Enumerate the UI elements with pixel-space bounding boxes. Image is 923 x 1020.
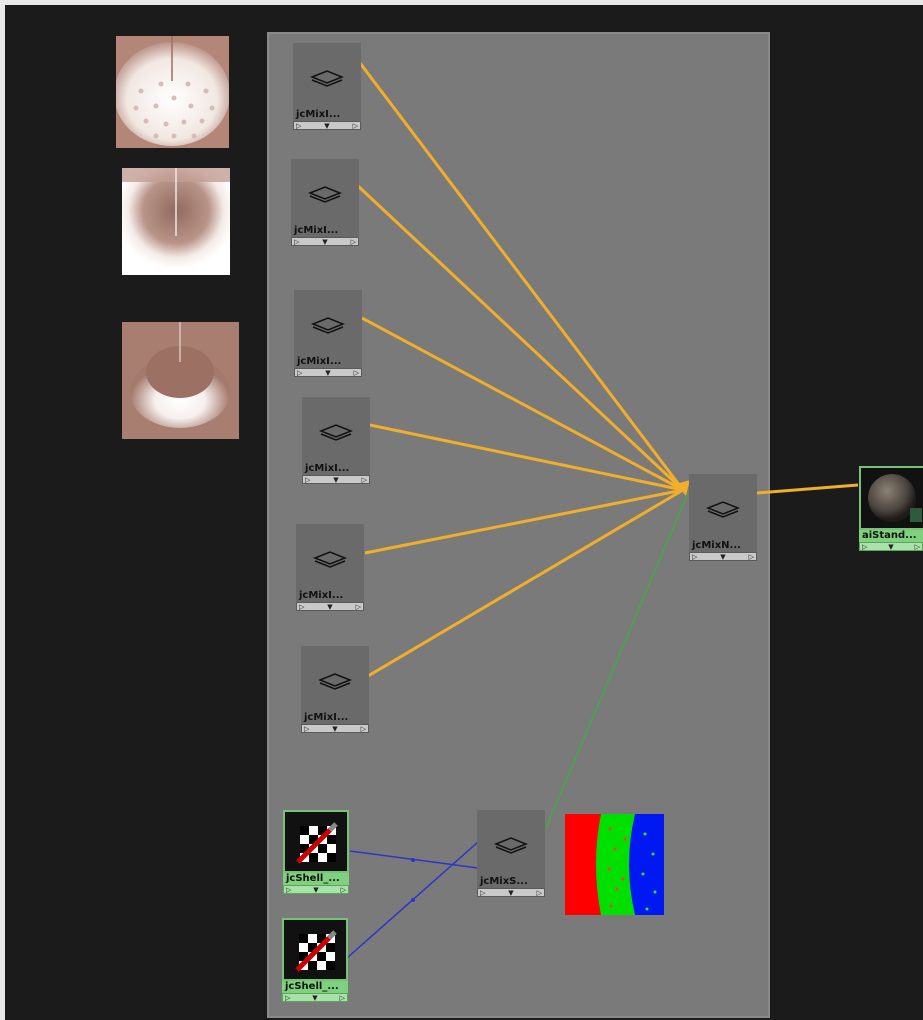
checker-brush-icon [295, 929, 337, 972]
node-ports[interactable]: ▷ ▼ ▷ [859, 542, 923, 551]
node-ports[interactable]: ▷ ▼ ▷ [302, 475, 370, 484]
node-label: jcMixI... [293, 109, 361, 121]
node-label: jcMixI... [291, 225, 359, 237]
node-ports[interactable]: ▷ ▼ ▷ [293, 121, 361, 130]
node-ports[interactable]: ▷ ▼ ▷ [294, 368, 362, 377]
texture-thumbnail-1[interactable] [116, 36, 229, 148]
node-ports[interactable]: ▷ ▼ ▷ [477, 888, 545, 897]
shader-sphere-icon [868, 474, 922, 522]
node-ports[interactable]: ▷ ▼ ▷ [301, 724, 369, 733]
node-swatch [296, 524, 364, 590]
node-ports[interactable]: ▷ ▼ ▷ [291, 237, 359, 246]
node-swatch [689, 474, 757, 540]
node-label: jcShell_... [282, 981, 348, 993]
node-ports[interactable]: ▷ ▼ ▷ [296, 602, 364, 611]
mix-node-5[interactable]: jcMixI... ▷ ▼ ▷ [296, 524, 364, 611]
layered-texture-icon [308, 186, 342, 203]
node-label: jcMixI... [302, 463, 370, 475]
layered-texture-icon [313, 551, 347, 568]
mix-node-2[interactable]: jcMixI... ▷ ▼ ▷ [291, 159, 359, 246]
node-label: aiStand... [859, 530, 923, 542]
texture-thumbnail-3[interactable] [122, 322, 239, 439]
node-swatch [477, 810, 545, 876]
layered-texture-icon [311, 317, 345, 334]
node-swatch [294, 290, 362, 356]
window-left-border [0, 0, 5, 1020]
node-label: jcMixI... [301, 712, 369, 724]
node-label: jcMixS... [477, 876, 545, 888]
layered-texture-icon [706, 501, 740, 518]
node-swatch [293, 43, 361, 109]
mix-n-node[interactable]: jcMixN... ▷ ▼ ▷ [689, 474, 757, 561]
node-label: jcMixI... [296, 590, 364, 602]
rgb-mask-thumbnail[interactable] [565, 814, 664, 915]
node-swatch [859, 466, 923, 530]
node-swatch [291, 159, 359, 225]
node-swatch [282, 918, 348, 981]
node-label: jcShell_... [283, 873, 349, 885]
node-label: jcMixN... [689, 540, 757, 552]
node-swatch [301, 646, 369, 712]
layered-texture-icon [319, 424, 353, 441]
texture-thumbnail-2[interactable] [122, 168, 230, 275]
node-ports[interactable]: ▷ ▼ ▷ [283, 885, 349, 894]
checker-brush-icon [296, 821, 338, 864]
window-top-border [0, 0, 923, 5]
layered-texture-icon [494, 837, 528, 854]
node-swatch [302, 397, 370, 463]
mix-node-1[interactable]: jcMixI... ▷ ▼ ▷ [293, 43, 361, 130]
ai-standard-node[interactable]: aiStand... ▷ ▼ ▷ [859, 466, 923, 551]
layered-texture-icon [310, 70, 344, 87]
mix-node-6[interactable]: jcMixI... ▷ ▼ ▷ [301, 646, 369, 733]
node-ports[interactable]: ▷ ▼ ▷ [689, 552, 757, 561]
node-swatch [283, 810, 349, 873]
mix-node-4[interactable]: jcMixI... ▷ ▼ ▷ [302, 397, 370, 484]
shell-node-1[interactable]: jcShell_... ▷ ▼ ▷ [283, 810, 349, 894]
shell-node-2[interactable]: jcShell_... ▷ ▼ ▷ [282, 918, 348, 1002]
mix-s-node[interactable]: jcMixS... ▷ ▼ ▷ [477, 810, 545, 897]
node-ports[interactable]: ▷ ▼ ▷ [282, 993, 348, 1002]
mix-node-3[interactable]: jcMixI... ▷ ▼ ▷ [294, 290, 362, 377]
node-label: jcMixI... [294, 356, 362, 368]
layered-texture-icon [318, 673, 352, 690]
